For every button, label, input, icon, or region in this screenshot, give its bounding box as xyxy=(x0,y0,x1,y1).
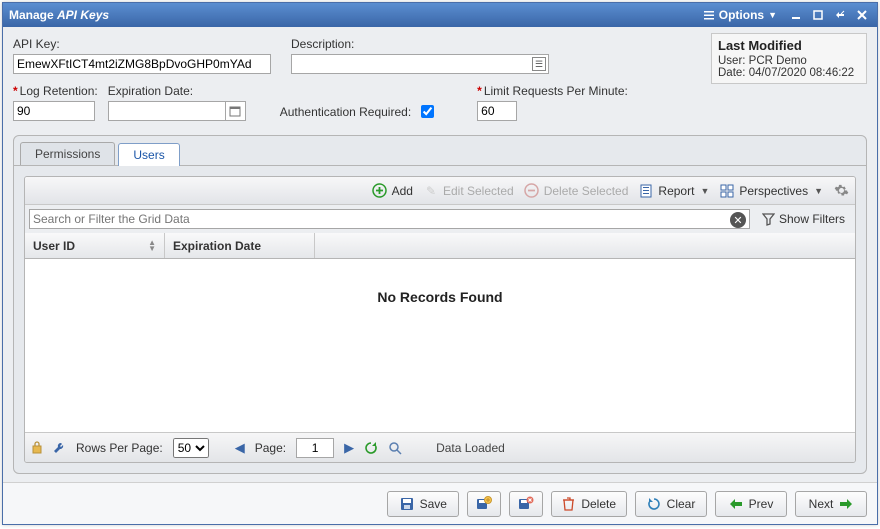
api-key-group: API Key: xyxy=(13,37,271,74)
funnel-icon xyxy=(762,213,775,226)
auth-required-group: Authentication Required: xyxy=(280,102,437,121)
limit-input[interactable] xyxy=(477,101,517,121)
trash-icon xyxy=(562,497,575,511)
caret-down-icon: ▼ xyxy=(768,10,777,20)
tabs-panel: Permissions Users Add ✎ Edit Selected xyxy=(13,135,867,474)
titlebar: Manage API Keys Options ▼ xyxy=(3,3,877,27)
pencil-icon: ✎ xyxy=(423,183,439,199)
grid-header: User ID ▲▼ Expiration Date xyxy=(25,233,855,259)
maximize-button[interactable] xyxy=(809,6,827,24)
form-area: Last Modified User: PCR Demo Date: 04/07… xyxy=(3,27,877,127)
gear-icon[interactable] xyxy=(833,183,849,199)
window: Manage API Keys Options ▼ Last Modified … xyxy=(2,2,878,525)
delete-button[interactable]: Delete xyxy=(551,491,627,517)
expiration-date-input[interactable] xyxy=(108,101,226,121)
log-retention-group: *Log Retention: xyxy=(13,84,98,121)
save-icon xyxy=(400,497,414,511)
pager-status: Data Loaded xyxy=(436,441,505,455)
window-title: Manage API Keys xyxy=(9,8,697,22)
log-retention-label: *Log Retention: xyxy=(13,84,98,98)
magnifier-icon[interactable] xyxy=(388,441,402,455)
rows-per-page-label: Rows Per Page: xyxy=(76,441,163,455)
refresh-icon xyxy=(647,497,661,511)
add-button[interactable]: Add xyxy=(372,183,413,199)
page-label: Page: xyxy=(255,441,286,455)
expiration-date-group: Expiration Date: xyxy=(108,84,246,121)
minimize-button[interactable] xyxy=(787,6,805,24)
grid-toolbar: Add ✎ Edit Selected Delete Selected xyxy=(25,177,855,205)
column-expiration-date[interactable]: Expiration Date xyxy=(165,233,315,258)
last-modified-heading: Last Modified xyxy=(718,38,860,53)
arrow-right-icon xyxy=(839,498,853,510)
log-retention-input[interactable] xyxy=(13,101,95,121)
wrench-icon[interactable] xyxy=(53,441,66,454)
report-button[interactable]: Report ▼ xyxy=(638,183,709,199)
next-page-button[interactable]: ▶ xyxy=(344,440,354,456)
sort-icon: ▲▼ xyxy=(148,240,156,252)
refresh-icon[interactable] xyxy=(364,441,378,455)
show-filters-button[interactable]: Show Filters xyxy=(756,212,851,226)
search-input[interactable] xyxy=(29,209,750,229)
edit-selected-button: ✎ Edit Selected xyxy=(423,183,514,199)
delete-selected-button: Delete Selected xyxy=(524,183,629,199)
caret-down-icon: ▼ xyxy=(700,186,709,196)
grid-body: No Records Found xyxy=(25,259,855,432)
expiration-date-label: Expiration Date: xyxy=(108,84,246,98)
content-area: Last Modified User: PCR Demo Date: 04/07… xyxy=(3,27,877,524)
prev-page-button[interactable]: ◀ xyxy=(235,440,245,456)
caret-down-icon: ▼ xyxy=(814,186,823,196)
description-label: Description: xyxy=(291,37,549,51)
calendar-icon[interactable] xyxy=(226,101,246,121)
expand-textarea-icon[interactable]: ☰ xyxy=(532,57,546,71)
api-key-input[interactable] xyxy=(13,54,271,74)
save-new-button[interactable] xyxy=(467,491,501,517)
title-emphasis: API Keys xyxy=(57,8,109,22)
perspectives-icon xyxy=(719,183,735,199)
column-user-id[interactable]: User ID ▲▼ xyxy=(25,233,165,258)
description-group: Description: ☰ xyxy=(291,37,549,74)
tabstrip: Permissions Users xyxy=(14,136,866,166)
title-prefix: Manage xyxy=(9,8,57,22)
api-key-label: API Key: xyxy=(13,37,271,51)
description-input[interactable] xyxy=(291,54,549,74)
filter-bar: ✕ Show Filters xyxy=(25,205,855,233)
minus-circle-icon xyxy=(524,183,540,199)
auth-required-checkbox[interactable] xyxy=(421,105,434,118)
clear-search-icon[interactable]: ✕ xyxy=(730,212,746,228)
close-button[interactable] xyxy=(853,6,871,24)
no-records-message: No Records Found xyxy=(377,289,502,305)
plus-circle-icon xyxy=(372,183,388,199)
arrow-left-icon xyxy=(729,498,743,510)
last-modified-user: User: PCR Demo xyxy=(718,55,860,67)
search-wrap: ✕ xyxy=(29,209,750,229)
restore-button[interactable] xyxy=(831,6,849,24)
limit-label: *Limit Requests Per Minute: xyxy=(477,84,628,98)
page-input[interactable] xyxy=(296,438,334,458)
next-button[interactable]: Next xyxy=(795,491,867,517)
lock-icon[interactable] xyxy=(31,441,43,454)
grid-shell: Add ✎ Edit Selected Delete Selected xyxy=(24,176,856,463)
options-button[interactable]: Options ▼ xyxy=(697,8,783,22)
clear-button[interactable]: Clear xyxy=(635,491,707,517)
last-modified-panel: Last Modified User: PCR Demo Date: 04/07… xyxy=(711,33,867,84)
column-spacer xyxy=(315,233,855,258)
prev-button[interactable]: Prev xyxy=(715,491,787,517)
rows-per-page-select[interactable]: 50 xyxy=(173,438,209,458)
footer: Save Delete xyxy=(3,482,877,524)
save-close-icon xyxy=(518,496,534,512)
options-label: Options xyxy=(719,8,764,22)
perspectives-button[interactable]: Perspectives ▼ xyxy=(719,183,823,199)
save-new-icon xyxy=(476,496,492,512)
auth-required-label: Authentication Required: xyxy=(280,105,411,119)
tab-users[interactable]: Users xyxy=(118,143,179,166)
save-button[interactable]: Save xyxy=(387,491,459,517)
save-close-button[interactable] xyxy=(509,491,543,517)
report-icon xyxy=(638,183,654,199)
last-modified-date: Date: 04/07/2020 08:46:22 xyxy=(718,67,860,79)
pager: Rows Per Page: 50 ◀ Page: ▶ Data Loaded xyxy=(25,432,855,462)
limit-group: *Limit Requests Per Minute: xyxy=(477,84,628,121)
tab-permissions[interactable]: Permissions xyxy=(20,142,115,165)
list-icon xyxy=(703,9,715,21)
